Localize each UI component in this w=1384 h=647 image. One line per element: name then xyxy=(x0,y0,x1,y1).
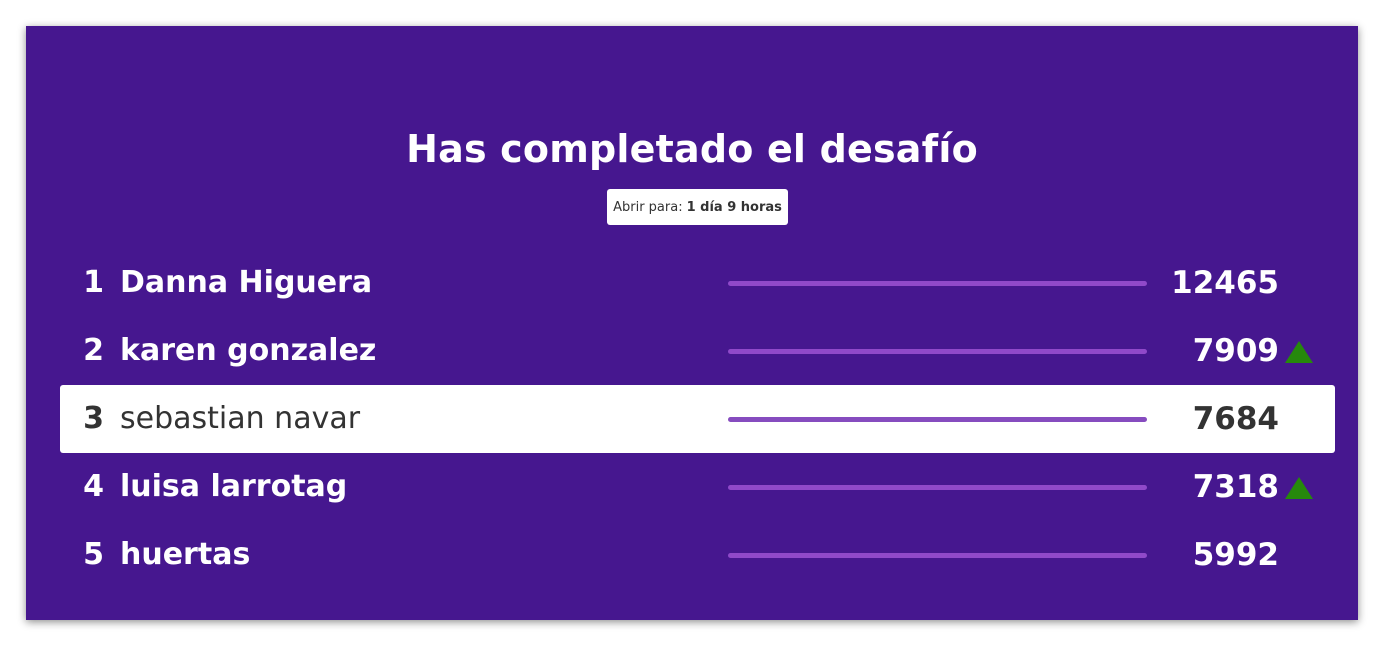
rank-number: 4 xyxy=(83,469,104,504)
score-bar xyxy=(728,485,1147,490)
player-score: 5992 xyxy=(1192,537,1279,573)
leaderboard-row: 1 Danna Higuera 12465 xyxy=(60,249,1335,317)
player-score: 7318 xyxy=(1192,469,1279,505)
rank-number: 1 xyxy=(83,265,104,300)
leaderboard-row-current-player: 3 sebastian navar 7684 xyxy=(60,385,1335,453)
rank-number: 2 xyxy=(83,333,104,368)
leaderboard-row: 5 huertas 5992 xyxy=(60,521,1335,589)
score-bar xyxy=(728,417,1147,422)
player-score: 12465 xyxy=(1171,265,1279,301)
score-bar xyxy=(728,349,1147,354)
player-score: 7909 xyxy=(1192,333,1279,369)
player-name: sebastian navar xyxy=(120,401,361,436)
open-for-label: Abrir para: xyxy=(613,199,683,215)
rank-number: 3 xyxy=(83,401,104,436)
up-arrow-icon xyxy=(1285,477,1313,499)
player-name: Danna Higuera xyxy=(120,265,373,300)
leaderboard-row: 2 karen gonzalez 7909 xyxy=(60,317,1335,385)
score-bar xyxy=(728,553,1147,558)
player-name: luisa larrotag xyxy=(120,469,348,504)
player-score: 7684 xyxy=(1192,401,1279,437)
results-card: Has completado el desafío Abrir para: 1 … xyxy=(26,26,1358,620)
rank-number: 5 xyxy=(83,537,104,572)
player-name: karen gonzalez xyxy=(120,333,377,368)
player-name: huertas xyxy=(120,537,251,572)
leaderboard-row: 4 luisa larrotag 7318 xyxy=(60,453,1335,521)
open-for-badge: Abrir para: 1 día 9 horas xyxy=(607,189,788,225)
score-bar xyxy=(728,281,1147,286)
up-arrow-icon xyxy=(1285,341,1313,363)
open-for-value: 1 día 9 horas xyxy=(686,199,782,215)
page-title: Has completado el desafío xyxy=(406,127,978,171)
